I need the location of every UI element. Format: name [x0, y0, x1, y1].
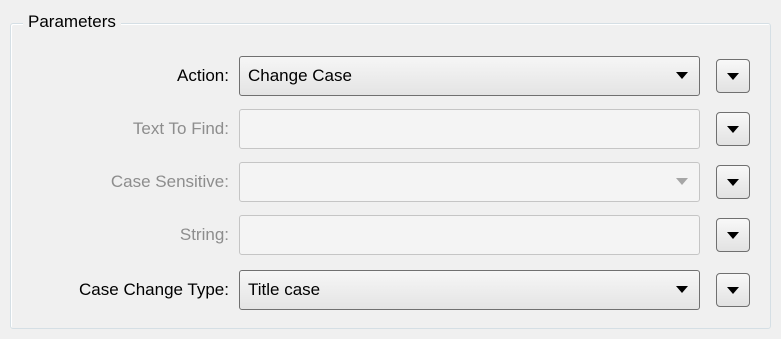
case-change-type-label: Case Change Type:: [79, 280, 229, 299]
case-change-type-dropdown[interactable]: Title case: [239, 270, 700, 310]
chevron-down-icon: [727, 73, 739, 80]
chevron-down-icon: [676, 72, 688, 79]
case-change-type-options-button[interactable]: [716, 273, 750, 307]
case-sensitive-dropdown[interactable]: [239, 162, 700, 202]
action-label: Action:: [177, 66, 229, 85]
parameters-group-title: Parameters: [23, 10, 121, 34]
chevron-down-icon: [676, 286, 688, 293]
string-options-button[interactable]: [716, 218, 750, 252]
chevron-down-icon: [727, 287, 739, 294]
action-value: Change Case: [248, 66, 352, 85]
string-label: String:: [179, 225, 229, 244]
action-dropdown[interactable]: Change Case: [239, 56, 700, 96]
string-field[interactable]: [239, 215, 700, 255]
action-options-button[interactable]: [716, 59, 750, 93]
chevron-down-icon: [727, 126, 739, 133]
case-sensitive-options-button[interactable]: [716, 165, 750, 199]
chevron-down-icon: [727, 232, 739, 239]
text-to-find-field[interactable]: [239, 109, 700, 149]
chevron-down-icon: [676, 178, 688, 185]
case-sensitive-row: Case Sensitive:: [0, 162, 781, 202]
chevron-down-icon: [727, 179, 739, 186]
case-change-type-row: Case Change Type: Title case: [0, 270, 781, 310]
action-row: Action: Change Case: [0, 56, 781, 96]
text-to-find-row: Text To Find:: [0, 109, 781, 149]
case-sensitive-label: Case Sensitive:: [110, 172, 229, 191]
string-row: String:: [0, 215, 781, 255]
text-to-find-label: Text To Find:: [132, 119, 229, 138]
case-change-type-value: Title case: [248, 280, 321, 299]
text-to-find-options-button[interactable]: [716, 112, 750, 146]
